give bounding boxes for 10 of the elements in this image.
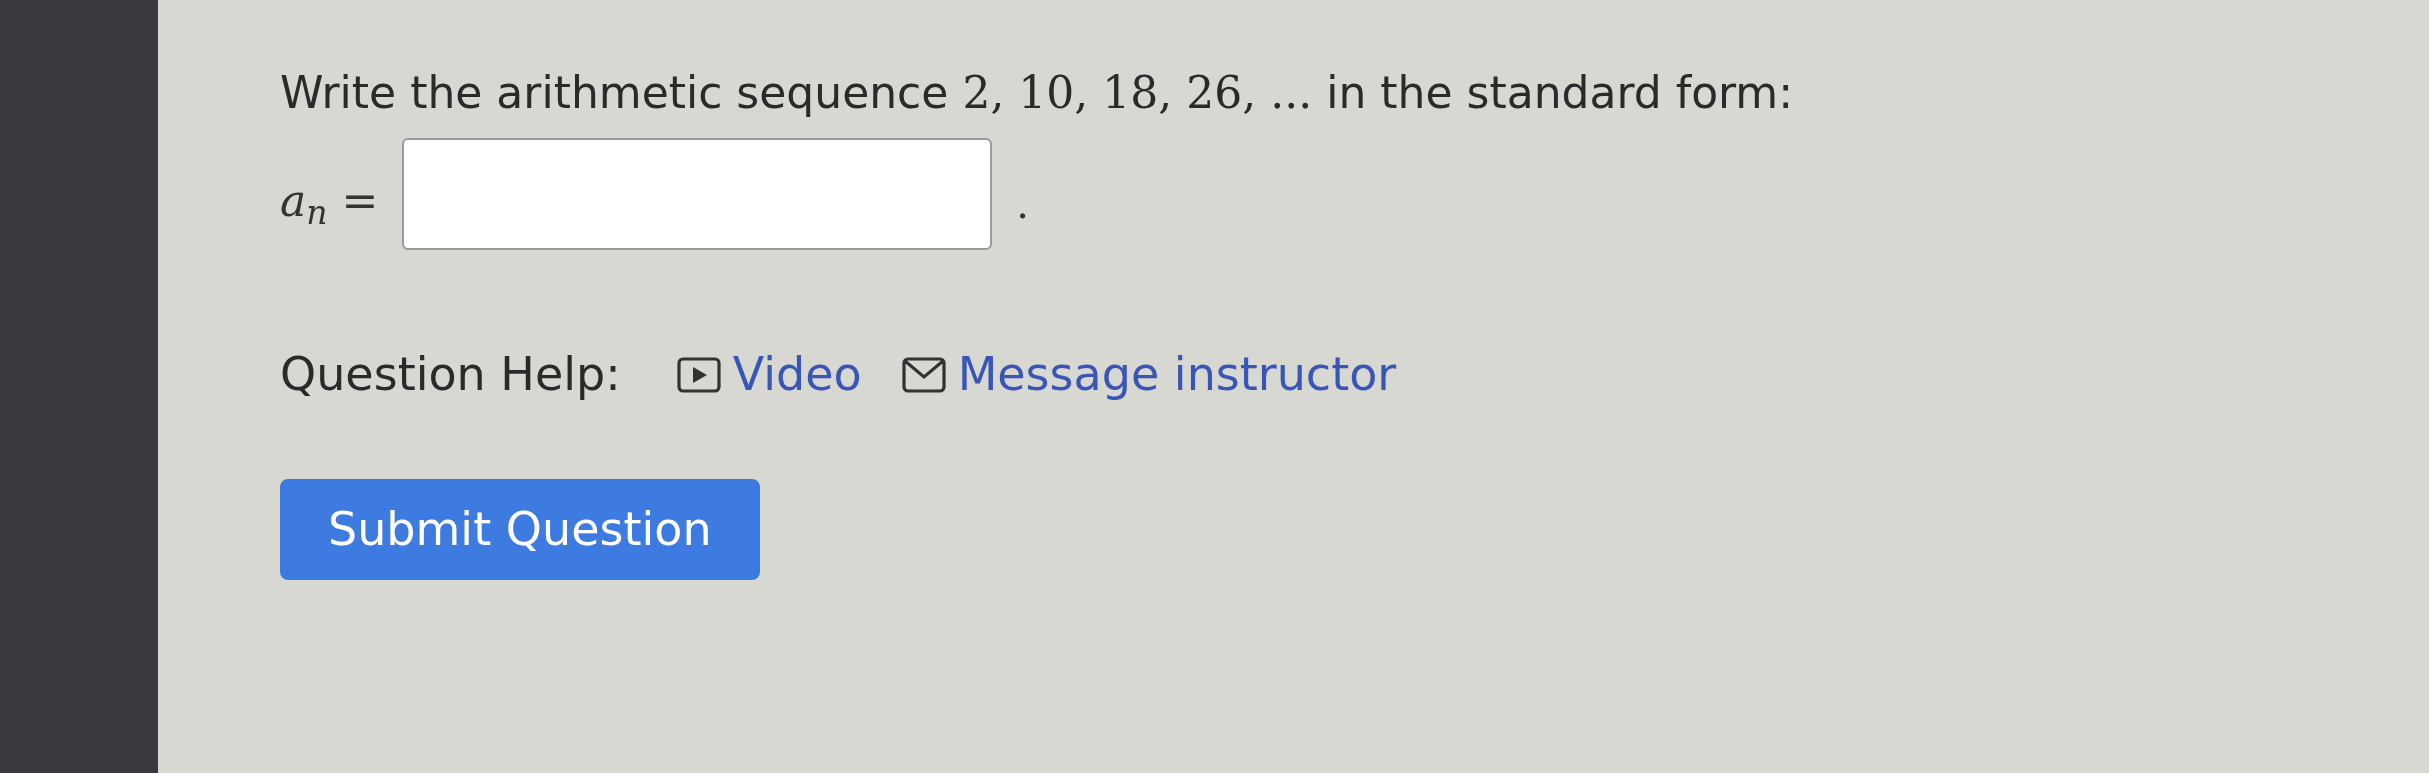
play-icon — [676, 356, 721, 393]
answer-field[interactable] — [402, 138, 993, 250]
envelope-icon — [901, 356, 946, 393]
help-label: Question Help: — [280, 346, 621, 403]
message-link[interactable]: Message instructor — [901, 340, 1397, 409]
answer-label: a$_{n}$ = — [280, 174, 379, 234]
submit-button[interactable]: Submit Question — [280, 479, 760, 580]
question-text: Write the arithmetic sequence 2, 10, 18, 26, ... in the standard form: — [280, 66, 1795, 120]
video-link[interactable]: Video — [676, 340, 862, 409]
trailing-period: . — [1016, 180, 1030, 229]
